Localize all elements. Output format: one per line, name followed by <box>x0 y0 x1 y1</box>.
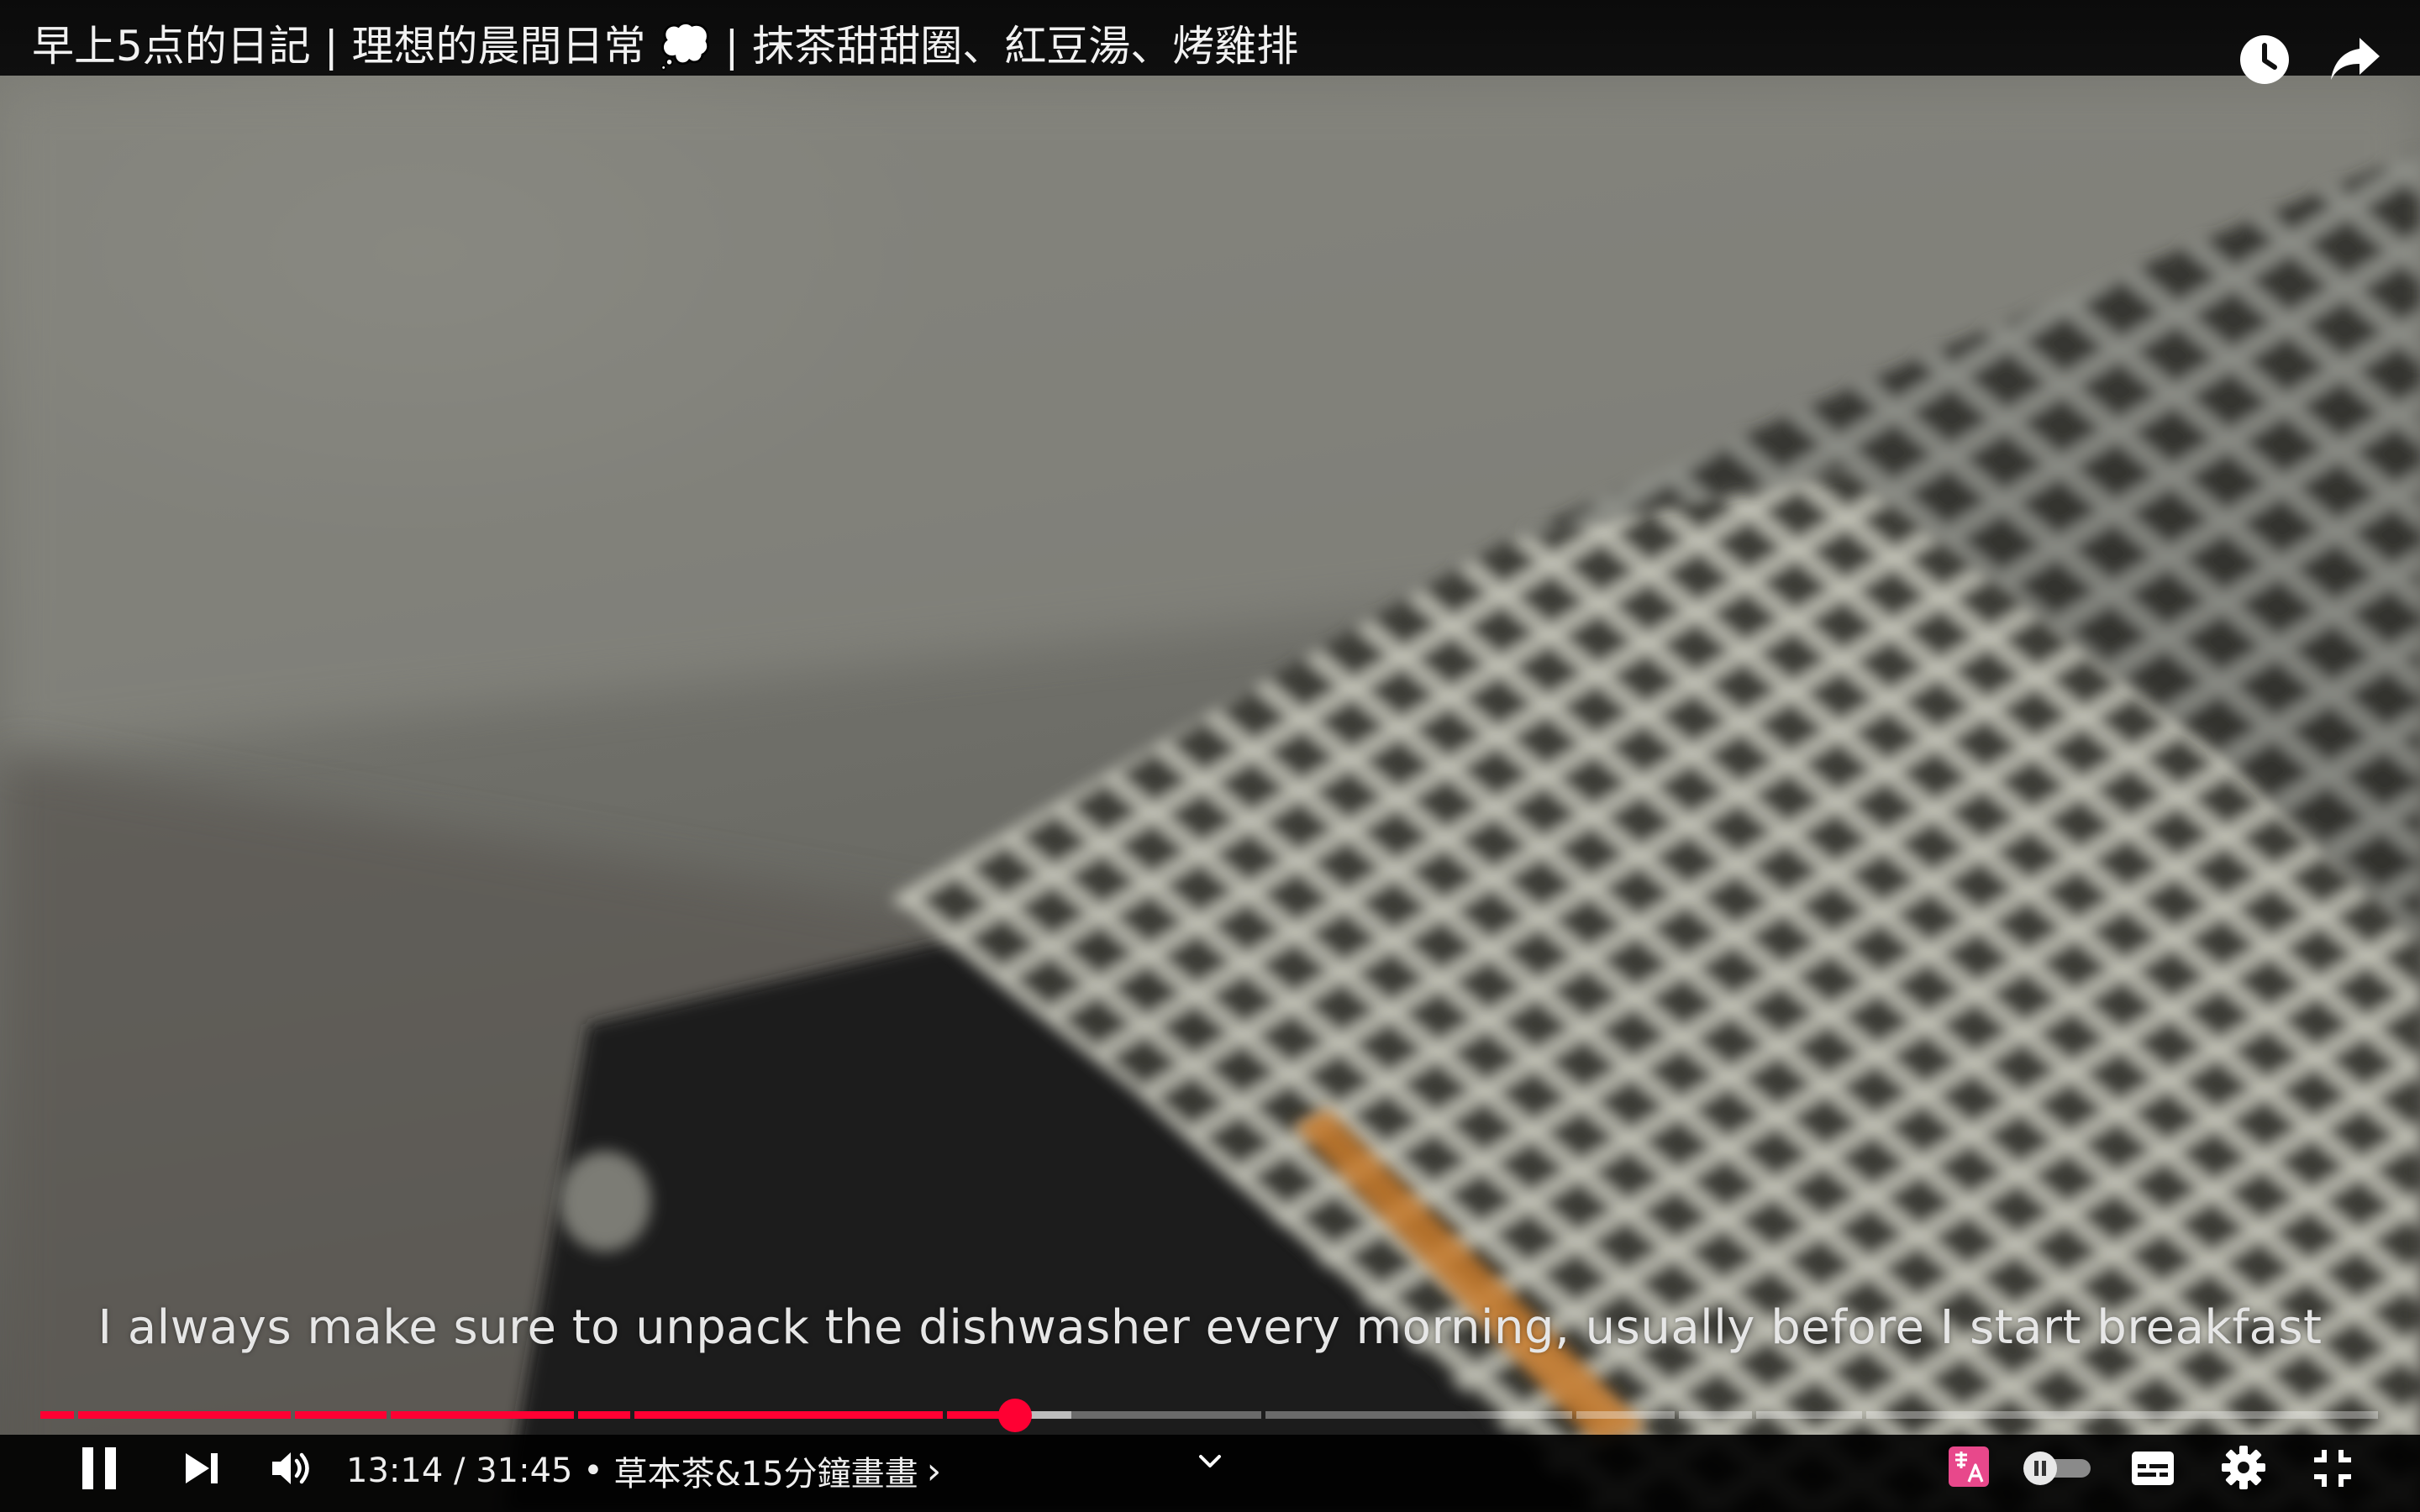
subtitles-icon <box>2132 1452 2174 1485</box>
progress-scrubber[interactable] <box>998 1399 1033 1432</box>
chapter-segment[interactable] <box>1576 1411 1676 1419</box>
watch-later-button[interactable] <box>2237 32 2292 87</box>
pause-button[interactable] <box>76 1443 123 1494</box>
expand-button[interactable] <box>1193 1446 1227 1477</box>
played-fill <box>77 1411 292 1419</box>
played-fill <box>295 1411 387 1419</box>
time-display: 13:14 / 31:45 • 草本茶&15分鐘畫畫 › <box>346 1446 941 1495</box>
chapter-segment[interactable] <box>1865 1411 2378 1419</box>
chapter-segment[interactable] <box>947 1411 1261 1419</box>
volume-icon <box>272 1452 309 1484</box>
chapter-segment[interactable] <box>634 1411 944 1419</box>
video-player[interactable]: 早上5点的日記 | 理想的晨間日常 💭 | 抹茶甜甜圈、紅豆湯、烤雞排 I al… <box>0 0 2420 1512</box>
chapter-segment[interactable] <box>40 1411 74 1419</box>
pause-icon <box>82 1447 116 1489</box>
title-bar: 早上5点的日記 | 理想的晨間日常 💭 | 抹茶甜甜圈、紅豆湯、烤雞排 <box>0 0 2420 84</box>
time-separator: / <box>443 1452 476 1490</box>
played-fill <box>40 1411 74 1419</box>
chapter-segment[interactable] <box>1679 1411 1752 1419</box>
exit-fullscreen-button[interactable] <box>2309 1445 2356 1492</box>
current-time: 13:14 <box>346 1452 444 1490</box>
autoplay-toggle[interactable] <box>2018 1450 2096 1487</box>
chapter-segment[interactable] <box>77 1411 292 1419</box>
skip-next-icon <box>186 1453 218 1483</box>
autoplay-toggle-icon <box>2023 1452 2091 1485</box>
auto-translate-button[interactable] <box>1948 1445 1990 1488</box>
volume-button[interactable] <box>267 1445 318 1492</box>
translate-icon <box>1949 1446 1989 1487</box>
played-fill <box>634 1411 944 1419</box>
duration: 31:45 <box>476 1452 573 1490</box>
video-title[interactable]: 早上5点的日記 | 理想的晨間日常 💭 | 抹茶甜甜圈、紅豆湯、烤雞排 <box>32 25 1298 67</box>
settings-button[interactable] <box>2220 1443 2267 1492</box>
chapter-chevron-icon[interactable]: › <box>927 1450 942 1493</box>
video-frame[interactable] <box>0 0 2420 1512</box>
chapter-segment[interactable] <box>1755 1411 1862 1419</box>
share-arrow-icon <box>2331 38 2380 80</box>
played-fill <box>577 1411 630 1419</box>
chapter-separator: • <box>572 1452 614 1490</box>
chapter-segment[interactable] <box>1265 1411 1572 1419</box>
subtitle-caption: I always make sure to unpack the dishwas… <box>97 1300 2323 1355</box>
exit-fullscreen-icon <box>2314 1450 2351 1487</box>
chapter-segment[interactable] <box>577 1411 630 1419</box>
chevron-down-icon <box>1199 1455 1221 1467</box>
gear-icon <box>2222 1446 2265 1489</box>
played-fill <box>391 1411 574 1419</box>
chapter-segment[interactable] <box>391 1411 574 1419</box>
chapter-segment[interactable] <box>295 1411 387 1419</box>
progress-bar[interactable] <box>40 1411 2378 1419</box>
share-button[interactable] <box>2328 32 2383 87</box>
next-button[interactable] <box>178 1445 225 1492</box>
clock-icon <box>2240 35 2289 84</box>
video-frame-art <box>0 84 2420 1512</box>
chapter-title[interactable]: 草本茶&15分鐘畫畫 <box>614 1455 918 1494</box>
subtitles-button[interactable] <box>2129 1446 2176 1490</box>
